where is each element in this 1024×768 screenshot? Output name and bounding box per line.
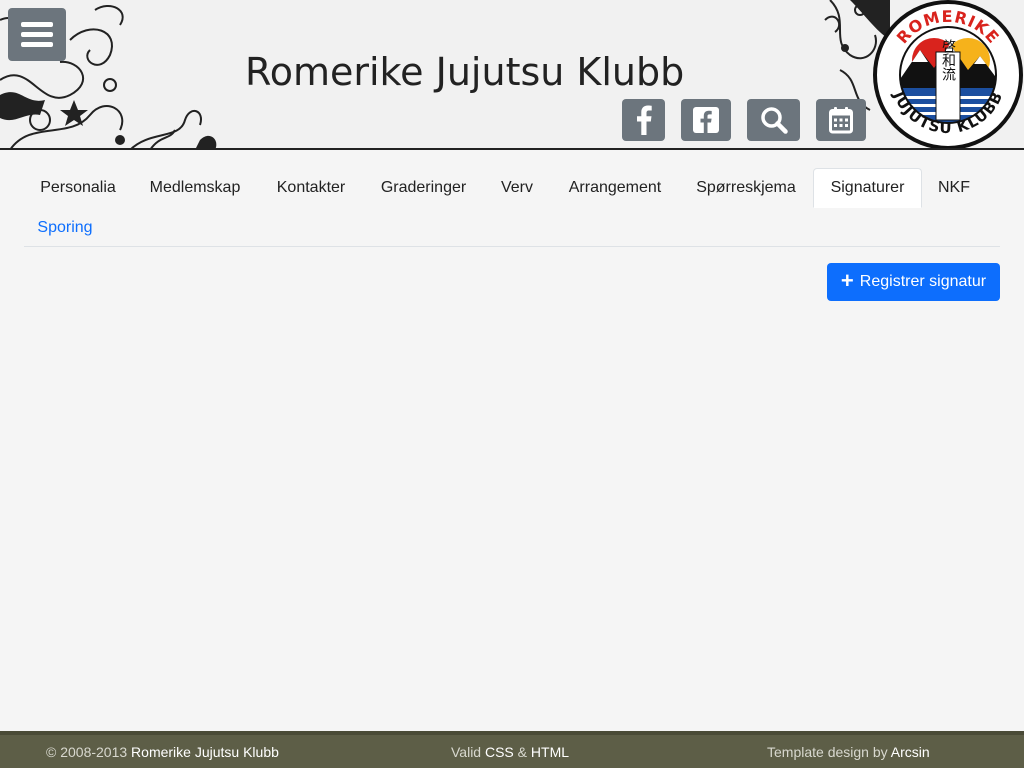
footer-valid-amp: & [517, 744, 528, 760]
footer-valid-html-link[interactable]: HTML [531, 744, 569, 760]
site-title: Romerike Jujutsu Klubb [245, 50, 685, 94]
search-button[interactable] [747, 99, 800, 141]
footer-template-credit: Template design by Arcsin [767, 744, 930, 760]
hamburger-icon-bar-1 [21, 22, 53, 27]
tab-nkf[interactable]: NKF [922, 168, 986, 208]
tab-sporing[interactable]: Sporing [24, 208, 106, 248]
tab-sporreskjema[interactable]: Spørreskjema [679, 168, 813, 208]
hamburger-icon-bar-3 [21, 42, 53, 47]
footer-template-author-link[interactable]: Arcsin [891, 744, 930, 760]
tab-kontakter[interactable]: Kontakter [258, 168, 364, 208]
site-footer: © 2008-2013 Romerike Jujutsu Klubb Valid… [0, 731, 1024, 768]
facebook-button[interactable] [622, 99, 665, 141]
logo-kanji: 啓和流 [940, 39, 956, 82]
footer-template-label: Template design by [767, 744, 888, 760]
register-signature-label: Registrer signatur [859, 273, 987, 290]
register-signature-button[interactable]: + Registrer signatur [827, 263, 1000, 301]
tab-signaturer[interactable]: Signaturer [813, 168, 922, 208]
plus-icon: + [840, 268, 854, 293]
header-divider [0, 148, 1024, 150]
tab-arrangement[interactable]: Arrangement [551, 168, 679, 208]
calendar-button[interactable] [816, 99, 866, 141]
tab-verv[interactable]: Verv [483, 168, 551, 208]
footer-valid-label: Valid [451, 744, 482, 760]
search-icon [760, 107, 788, 134]
site-header: Romerike Jujutsu Klubb 啓和流 ROMERIKE JUJU… [0, 0, 1024, 150]
footer-copyright-years: © 2008-2013 [46, 744, 128, 760]
tab-medlemskap[interactable]: Medlemskap [132, 168, 258, 208]
calendar-icon [829, 107, 853, 134]
hamburger-icon-bar-2 [21, 32, 53, 37]
tab-graderinger[interactable]: Graderinger [364, 168, 483, 208]
footer-copyright: © 2008-2013 Romerike Jujutsu Klubb [46, 744, 279, 760]
facebook-group-button[interactable] [681, 99, 731, 141]
footer-copyright-link[interactable]: Romerike Jujutsu Klubb [131, 744, 279, 760]
facebook-square-icon [693, 107, 719, 133]
facebook-icon [636, 105, 652, 135]
member-tabs: Personalia Medlemskap Kontakter Graderin… [24, 168, 1000, 247]
tab-personalia[interactable]: Personalia [24, 168, 132, 208]
club-logo: 啓和流 ROMERIKE JUJUTSU KLUBB [873, 0, 1023, 150]
footer-validation: Valid CSS & HTML [451, 744, 569, 760]
menu-button[interactable] [8, 8, 66, 61]
footer-valid-css-link[interactable]: CSS [485, 744, 514, 760]
